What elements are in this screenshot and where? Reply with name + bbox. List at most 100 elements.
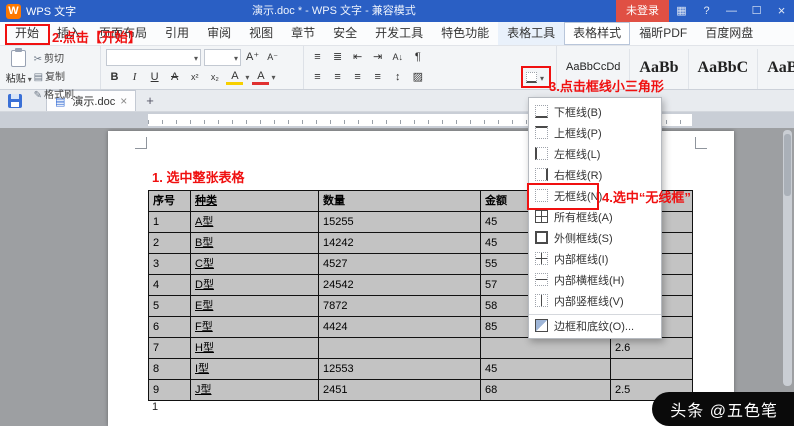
border-menu-item[interactable]: 内部横框线(H) xyxy=(529,269,661,290)
menu-tab[interactable]: 引用 xyxy=(156,22,198,45)
table-cell[interactable]: 24542 xyxy=(319,275,481,296)
login-button[interactable]: 未登录 xyxy=(616,0,669,22)
align-left-icon[interactable] xyxy=(309,69,326,86)
decrease-indent-icon[interactable] xyxy=(349,49,366,66)
strikethrough-icon[interactable] xyxy=(166,69,183,86)
table-cell[interactable]: 5 xyxy=(149,296,191,317)
help-icon[interactable] xyxy=(694,0,719,22)
table-cell[interactable] xyxy=(611,359,693,380)
align-justify-icon[interactable] xyxy=(369,69,386,86)
subscript-icon[interactable] xyxy=(206,69,223,86)
border-button[interactable] xyxy=(524,68,551,87)
border-menu-item[interactable]: 边框和底纹(O)... xyxy=(529,314,661,335)
menu-tab[interactable]: 表格工具 xyxy=(498,22,565,45)
style-item[interactable]: AaBbCc xyxy=(758,49,794,89)
table-cell[interactable]: 12553 xyxy=(319,359,481,380)
border-menu-item[interactable]: 右框线(R) xyxy=(529,164,661,185)
table-cell[interactable]: C型 xyxy=(191,254,319,275)
close-icon[interactable] xyxy=(769,0,794,22)
table-cell[interactable]: 1 xyxy=(149,212,191,233)
numbered-list-icon[interactable] xyxy=(329,49,346,66)
save-icon[interactable] xyxy=(8,93,22,108)
italic-icon[interactable] xyxy=(126,69,143,86)
format-painter-button[interactable]: 格式刷 xyxy=(34,87,74,105)
header-cell[interactable]: 序号 xyxy=(149,191,191,212)
scrollbar-thumb[interactable] xyxy=(784,134,791,196)
copy-button[interactable]: 复制 xyxy=(34,69,65,87)
decrease-font-size-icon[interactable] xyxy=(264,49,281,66)
menu-tab[interactable]: 福昕PDF xyxy=(630,22,696,45)
table-cell[interactable]: B型 xyxy=(191,233,319,254)
table-cell[interactable]: 8 xyxy=(149,359,191,380)
menu-tab[interactable]: 开始 xyxy=(6,22,48,45)
table-cell[interactable]: J型 xyxy=(191,380,319,401)
border-menu-item[interactable]: 外侧框线(S) xyxy=(529,227,661,248)
sort-icon[interactable] xyxy=(389,49,406,66)
menu-tab[interactable]: 章节 xyxy=(282,22,324,45)
minimize-icon[interactable] xyxy=(719,0,744,22)
table-cell[interactable]: 7 xyxy=(149,338,191,359)
increase-indent-icon[interactable] xyxy=(369,49,386,66)
new-tab-icon[interactable] xyxy=(146,93,154,108)
superscript-icon[interactable] xyxy=(186,69,203,86)
border-menu-item[interactable]: 内部竖框线(V) xyxy=(529,290,661,311)
table-cell[interactable]: H型 xyxy=(191,338,319,359)
border-menu-item[interactable]: 下框线(B) xyxy=(529,101,661,122)
menu-tab[interactable]: 百度网盘 xyxy=(696,22,762,45)
line-spacing-icon[interactable] xyxy=(389,69,406,86)
table-cell[interactable]: 2.6 xyxy=(611,338,693,359)
table-cell[interactable]: 6 xyxy=(149,317,191,338)
shading-icon[interactable] xyxy=(409,69,426,86)
table-cell[interactable]: 45 xyxy=(481,359,611,380)
paste-button[interactable]: 粘贴 xyxy=(4,48,34,86)
table-cell[interactable] xyxy=(481,338,611,359)
paragraph-marks-icon[interactable] xyxy=(409,49,426,66)
table-cell[interactable]: A型 xyxy=(191,212,319,233)
table-cell[interactable]: 2 xyxy=(149,233,191,254)
align-right-icon[interactable] xyxy=(349,69,366,86)
bullet-list-icon[interactable] xyxy=(309,49,326,66)
wps-logo[interactable]: W xyxy=(6,3,21,19)
table-cell[interactable]: F型 xyxy=(191,317,319,338)
maximize-icon[interactable] xyxy=(744,0,769,22)
table-cell[interactable]: 4424 xyxy=(319,317,481,338)
increase-font-size-icon[interactable] xyxy=(244,49,261,66)
font-size-select[interactable] xyxy=(204,49,242,66)
table-cell[interactable]: 7872 xyxy=(319,296,481,317)
menu-tab[interactable]: 审阅 xyxy=(198,22,240,45)
table-cell[interactable]: 68 xyxy=(481,380,611,401)
table-cell[interactable]: D型 xyxy=(191,275,319,296)
menu-tab[interactable]: 视图 xyxy=(240,22,282,45)
underline-icon[interactable] xyxy=(146,69,163,86)
cut-button[interactable]: 剪切 xyxy=(34,51,64,69)
menu-tab[interactable]: 特色功能 xyxy=(432,22,498,45)
table-cell[interactable]: 3 xyxy=(149,254,191,275)
align-center-icon[interactable] xyxy=(329,69,346,86)
highlight-color-icon[interactable]: A xyxy=(226,70,244,85)
vertical-scrollbar[interactable] xyxy=(783,130,792,386)
table-cell[interactable]: I型 xyxy=(191,359,319,380)
apps-grid-icon[interactable] xyxy=(669,0,694,22)
menu-tab[interactable]: 表格样式 xyxy=(564,22,631,45)
border-menu-item[interactable]: 内部框线(I) xyxy=(529,248,661,269)
table-cell[interactable]: E型 xyxy=(191,296,319,317)
style-item[interactable]: AaBbC xyxy=(689,49,759,89)
table-cell[interactable]: 4 xyxy=(149,275,191,296)
font-name-select[interactable] xyxy=(106,49,201,66)
border-menu-item[interactable]: 上框线(P) xyxy=(529,122,661,143)
table-cell[interactable]: 9 xyxy=(149,380,191,401)
bold-icon[interactable] xyxy=(106,69,123,86)
font-color-icon[interactable]: A xyxy=(252,70,270,85)
table-cell[interactable] xyxy=(319,338,481,359)
table-cell[interactable]: 2451 xyxy=(319,380,481,401)
border-menu-item[interactable]: 左框线(L) xyxy=(529,143,661,164)
table-cell[interactable]: 4527 xyxy=(319,254,481,275)
header-cell[interactable]: 数量 xyxy=(319,191,481,212)
menu-tab[interactable]: 开发工具 xyxy=(366,22,432,45)
tab-close-icon[interactable] xyxy=(120,94,127,108)
border-menu-item[interactable]: 所有框线(A) xyxy=(529,206,661,227)
table-cell[interactable]: 14242 xyxy=(319,233,481,254)
table-cell[interactable]: 15255 xyxy=(319,212,481,233)
menu-tab[interactable]: 安全 xyxy=(324,22,366,45)
header-cell[interactable]: 种类 xyxy=(191,191,319,212)
